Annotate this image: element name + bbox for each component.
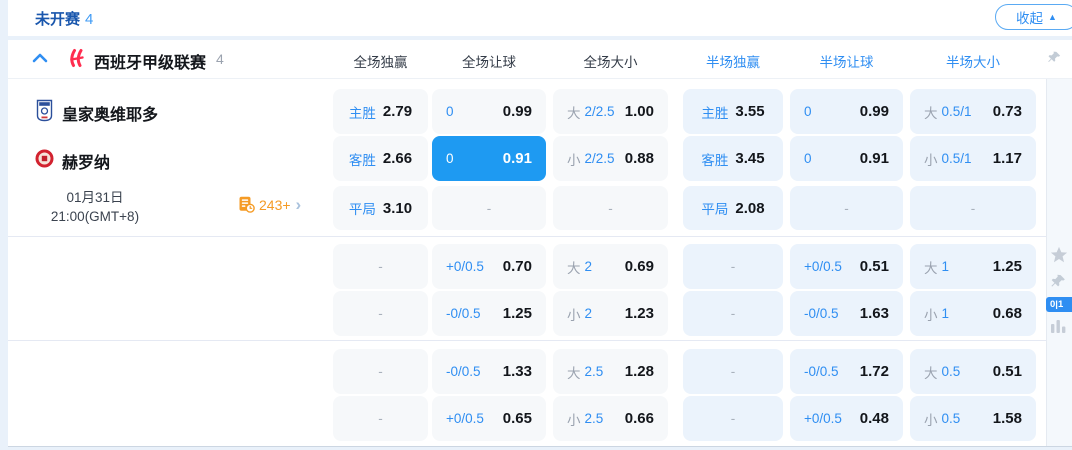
bar-chart-icon[interactable] [1050,318,1067,333]
odds-half-1x2-draw[interactable]: 平局 2.08 [683,186,783,230]
odds-half-handicap-alt-away[interactable]: -0/0.5 1.63 [790,291,903,336]
odds-empty-cell: - [333,291,428,336]
odds-full-handicap-alt-home[interactable]: +0/0.5 0.70 [432,244,546,289]
match-time: 21:00(GMT+8) [50,209,140,224]
odds-half-under-alt[interactable]: 小 1 0.68 [910,291,1036,336]
match-datetime: 01月31日 21:00(GMT+8) [25,188,165,226]
odds-half-handicap-away[interactable]: 0 0.91 [790,136,903,181]
odds-full-under-alt[interactable]: 小 2 1.23 [553,291,668,336]
odds-empty-cell: - [333,244,428,289]
markets-doc-clock-icon [239,196,255,213]
corner-stat-badge[interactable]: 0|1 [1046,297,1072,312]
odds-full-handicap-home[interactable]: 0 0.99 [432,89,546,134]
odds-full-handicap-alt2-home[interactable]: -0/0.5 1.33 [432,349,546,394]
column-header-full-1x2: 全场独赢 [353,55,408,70]
status-not-started[interactable]: 未开赛 4 [35,8,93,29]
odds-half-over-alt2[interactable]: 大 0.5 0.51 [910,349,1036,394]
odds-full-over-alt[interactable]: 大 2 0.69 [553,244,668,289]
odds-empty-cell: - [683,291,783,336]
odds-empty-cell: - [432,186,546,230]
odds-half-over[interactable]: 大 0.5/1 0.73 [910,89,1036,134]
star-icon[interactable] [1050,246,1068,264]
odds-full-handicap-alt-away[interactable]: -0/0.5 1.25 [432,291,546,336]
triangle-up-icon: ▲ [1048,11,1057,22]
column-header-half-handicap: 半场让球 [819,55,874,70]
away-team-logo [35,149,54,168]
odds-full-1x2-home[interactable]: 主胜 2.79 [333,89,428,134]
odds-empty-cell: - [333,349,428,394]
column-header-half-1x2: 半场独赢 [706,55,760,70]
odds-empty-cell: - [910,186,1036,230]
group-divider [8,236,1046,237]
odds-full-1x2-away[interactable]: 客胜 2.66 [333,136,428,181]
chevron-up-icon[interactable] [31,51,49,65]
odds-half-1x2-away[interactable]: 客胜 3.45 [683,136,783,181]
away-team-name: 赫罗纳 [62,155,111,172]
home-team-name: 皇家奥维耶多 [62,107,159,124]
odds-full-under[interactable]: 小 2/2.5 0.88 [553,136,668,181]
odds-empty-cell: - [683,349,783,394]
odds-half-handicap-alt2-away[interactable]: +0/0.5 0.48 [790,396,903,441]
odds-half-handicap-home[interactable]: 0 0.99 [790,89,903,134]
league-name[interactable]: 西班牙甲级联赛 [94,49,206,73]
league-match-count: 4 [216,51,224,67]
odds-empty-cell: - [683,396,783,441]
odds-full-handicap-alt2-away[interactable]: +0/0.5 0.65 [432,396,546,441]
odds-full-handicap-away-selected[interactable]: 0 0.91 [432,136,546,181]
column-header-half-overunder: 半场大小 [946,55,1000,70]
odds-empty-cell: - [553,186,668,230]
more-markets-link[interactable]: 243+ › [238,196,301,213]
column-header-full-handicap: 全场让球 [462,55,516,70]
odds-full-under-alt2[interactable]: 小 2.5 0.66 [553,396,668,441]
group-divider [8,340,1046,341]
status-count: 4 [85,11,94,28]
odds-half-over-alt[interactable]: 大 1 1.25 [910,244,1036,289]
odds-empty-cell: - [683,244,783,289]
odds-full-over[interactable]: 大 2/2.5 1.00 [553,89,668,134]
odds-half-handicap-alt-home[interactable]: +0/0.5 0.51 [790,244,903,289]
odds-half-under[interactable]: 小 0.5/1 1.17 [910,136,1036,181]
column-header-full-overunder: 全场大小 [583,55,638,70]
odds-half-1x2-home[interactable]: 主胜 3.55 [683,89,783,134]
odds-full-over-alt2[interactable]: 大 2.5 1.28 [553,349,668,394]
pin-icon[interactable] [1050,273,1067,290]
chevron-right-icon: › [295,195,302,214]
collapse-button[interactable]: 收起 ▲ [995,4,1072,30]
league-logo-icon [70,49,84,67]
odds-full-1x2-draw[interactable]: 平局 3.10 [333,186,428,230]
odds-half-handicap-alt2-home[interactable]: -0/0.5 1.72 [790,349,903,394]
home-team-logo [36,99,53,122]
odds-empty-cell: - [333,396,428,441]
header-divider [8,78,1072,79]
match-date: 01月31日 [66,190,124,205]
odds-half-under-alt2[interactable]: 小 0.5 1.58 [910,396,1036,441]
status-tab-bar: 未开赛 4 收起 ▲ [8,0,1072,36]
odds-empty-cell: - [790,186,903,230]
pin-icon[interactable] [1047,50,1062,65]
markets-count: 243+ [259,196,291,213]
